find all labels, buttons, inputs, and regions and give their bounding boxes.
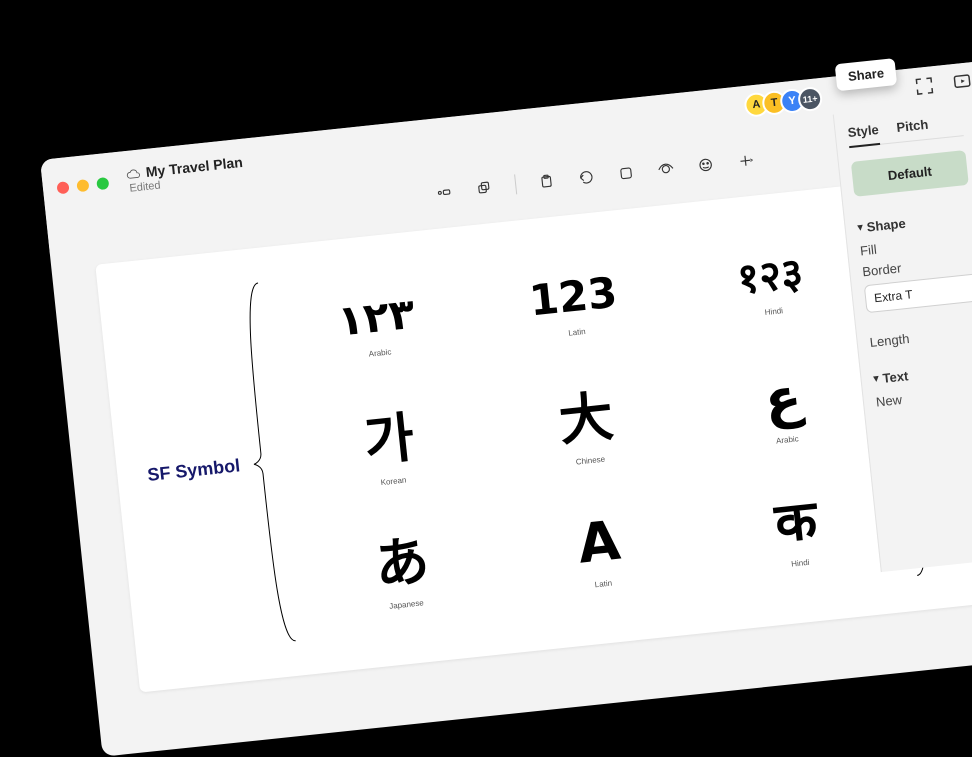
field-length[interactable]: Length	[869, 323, 972, 350]
glyph: क	[773, 493, 820, 551]
minimize-icon[interactable]	[76, 179, 89, 192]
glyph-caption: Chinese	[575, 455, 605, 467]
section-text[interactable]: ▾Text	[873, 360, 972, 387]
glyph-caption: Arabic	[368, 348, 392, 359]
section-shape[interactable]: ▾Shape	[857, 209, 972, 236]
glyph: ع	[762, 370, 804, 428]
title-block: My Travel Plan Edited	[125, 155, 245, 195]
close-icon[interactable]	[56, 181, 69, 194]
present-icon[interactable]	[950, 70, 972, 94]
glyph: ١٢٣	[336, 293, 417, 343]
glyph: あ	[372, 534, 431, 593]
glyph: 123	[527, 272, 619, 323]
tool-selector-icon[interactable]	[430, 178, 459, 207]
window-controls	[56, 177, 109, 194]
app-window: My Travel Plan Edited SF Symbol	[40, 45, 972, 757]
tool-quicklook-icon[interactable]	[652, 154, 681, 183]
preset-default[interactable]: Default	[851, 150, 969, 197]
canvas[interactable]: SF Symbol ١٢٣ Arabic 123 Latin १२३ Hindi 가K…	[95, 159, 972, 692]
glyph-caption: Latin	[594, 578, 612, 589]
tool-add-icon[interactable]	[731, 146, 760, 175]
fullscreen-icon[interactable]	[912, 74, 936, 98]
text-value[interactable]: New	[875, 383, 972, 410]
tool-emoji-icon[interactable]	[691, 150, 720, 179]
glyph: 大	[556, 390, 615, 449]
tool-duplicate-icon[interactable]	[470, 173, 499, 202]
glyph: A	[575, 513, 622, 571]
inspector-tabs: Style Pitch	[847, 113, 964, 148]
share-button[interactable]: Share	[835, 58, 898, 91]
glyph: 가	[362, 411, 417, 470]
canvas-legend: SF Symbol	[146, 455, 241, 486]
glyph-caption: Korean	[380, 476, 407, 488]
glyph-caption: Japanese	[389, 598, 424, 611]
glyph-caption: Hindi	[791, 558, 810, 569]
glyph: १२३	[735, 252, 805, 301]
tool-crop-icon[interactable]	[612, 159, 641, 188]
glyph-caption: Arabic	[776, 435, 800, 446]
tool-undo-icon[interactable]	[572, 163, 601, 192]
cloud-icon	[125, 167, 140, 182]
zoom-icon[interactable]	[96, 177, 109, 190]
tab-style[interactable]: Style	[847, 122, 880, 148]
tab-pitch[interactable]: Pitch	[896, 117, 929, 136]
glyph-caption: Hindi	[764, 306, 783, 317]
border-style-select[interactable]: Extra T	[864, 273, 972, 313]
glyph-caption: Latin	[568, 327, 586, 338]
tool-paste-icon[interactable]	[532, 167, 561, 196]
